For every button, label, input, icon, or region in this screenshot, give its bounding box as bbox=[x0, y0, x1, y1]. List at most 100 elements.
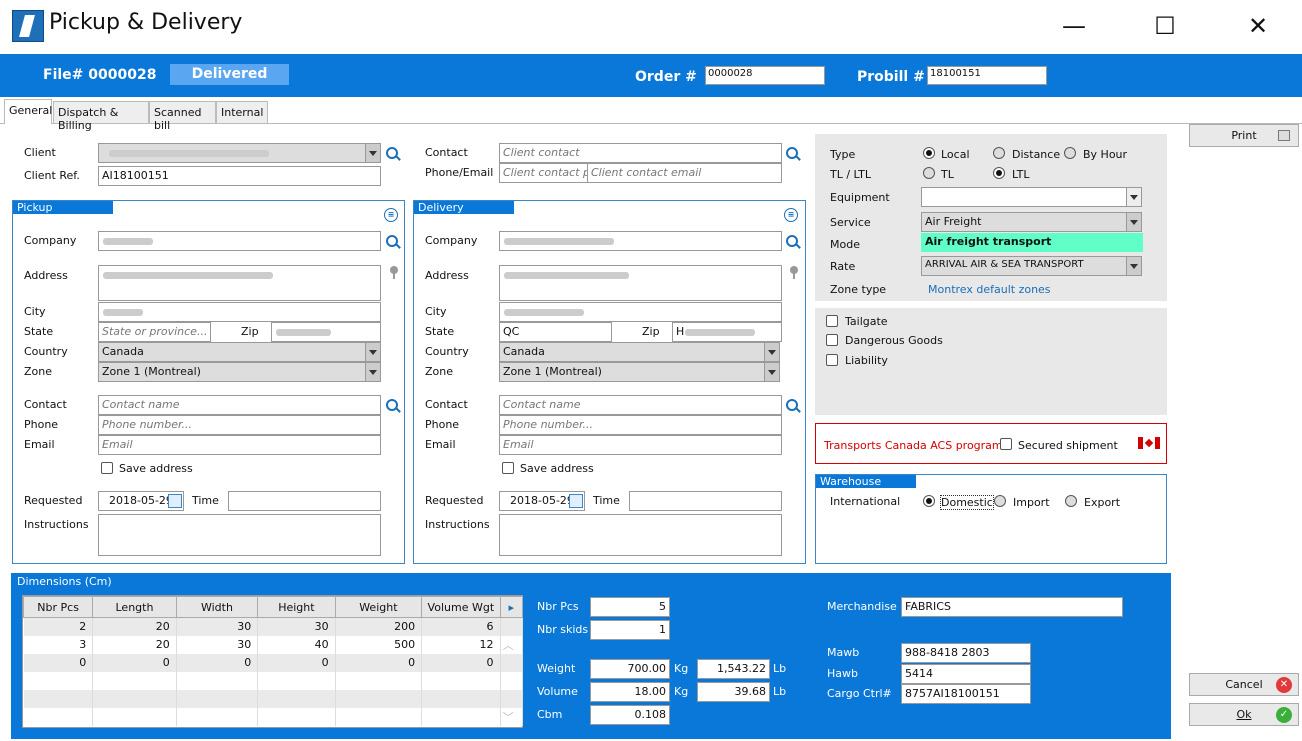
pickup-company-search-icon[interactable] bbox=[386, 235, 400, 249]
equipment-select[interactable] bbox=[921, 187, 1142, 207]
scroll-track[interactable] bbox=[500, 653, 524, 672]
table-row[interactable]: 2 20 30 30 200 6 bbox=[23, 617, 524, 636]
delivery-address-input[interactable] bbox=[499, 265, 782, 301]
tl-radio[interactable] bbox=[923, 167, 935, 179]
hawb-input[interactable]: 5414 bbox=[901, 664, 1031, 684]
weight-kg-input[interactable]: 700.00 bbox=[590, 659, 670, 679]
cell[interactable]: 30 bbox=[257, 617, 336, 636]
table-row[interactable]: 000000 bbox=[23, 653, 524, 672]
col-nbr-pcs[interactable]: Nbr Pcs bbox=[22, 596, 94, 618]
cancel-button[interactable]: Cancel ✕ bbox=[1189, 673, 1299, 696]
cell[interactable]: 3 bbox=[23, 635, 94, 654]
delivery-contact-search-icon[interactable] bbox=[786, 399, 800, 413]
cell[interactable]: 40 bbox=[257, 635, 336, 654]
pickup-instructions-input[interactable] bbox=[98, 514, 381, 556]
client-select[interactable] bbox=[98, 143, 381, 163]
pickup-state-input[interactable]: State or province... bbox=[98, 322, 211, 342]
minimize-button[interactable]: — bbox=[1054, 10, 1094, 42]
zone-type-link[interactable]: Montrex default zones bbox=[928, 283, 1051, 296]
cell[interactable]: 20 bbox=[92, 617, 177, 636]
delivery-instructions-input[interactable] bbox=[499, 514, 782, 556]
pickup-time-input[interactable] bbox=[228, 491, 381, 511]
delivery-save-address-checkbox[interactable] bbox=[502, 462, 514, 474]
delivery-menu-icon[interactable]: ≡ bbox=[784, 208, 798, 222]
liability-checkbox[interactable] bbox=[826, 354, 838, 366]
cbm-input[interactable]: 0.108 bbox=[590, 705, 670, 725]
delivery-phone-input[interactable]: Phone number... bbox=[499, 415, 782, 435]
tab-internal[interactable]: Internal bbox=[216, 101, 268, 123]
pickup-zip-input[interactable] bbox=[271, 322, 381, 342]
volume-lb-input[interactable]: 39.68 bbox=[697, 682, 770, 702]
tab-general[interactable]: General bbox=[4, 99, 52, 124]
pickup-menu-icon[interactable]: ≡ bbox=[384, 208, 398, 222]
delivery-company-input[interactable] bbox=[499, 231, 782, 251]
delivery-company-search-icon[interactable] bbox=[786, 235, 800, 249]
type-distance-radio[interactable] bbox=[993, 147, 1005, 159]
merchandise-input[interactable]: FABRICS bbox=[901, 597, 1123, 617]
delivery-country-select[interactable]: Canada bbox=[499, 342, 780, 362]
col-weight[interactable]: Weight bbox=[334, 596, 423, 618]
contact-search-icon[interactable] bbox=[786, 147, 800, 161]
pickup-contact-search-icon[interactable] bbox=[386, 399, 400, 413]
client-search-icon[interactable] bbox=[386, 147, 400, 161]
pickup-calendar-icon[interactable] bbox=[168, 494, 182, 508]
cell[interactable]: 500 bbox=[335, 635, 423, 654]
scroll-up-icon[interactable] bbox=[500, 617, 524, 636]
pickup-map-pin-icon[interactable] bbox=[389, 266, 399, 280]
pickup-contact-input[interactable]: Contact name bbox=[98, 395, 381, 415]
delivery-state-input[interactable]: QC bbox=[499, 322, 612, 342]
pickup-phone-input[interactable]: Phone number... bbox=[98, 415, 381, 435]
pickup-email-input[interactable]: Email bbox=[98, 435, 381, 455]
probill-input[interactable]: 18100151 bbox=[927, 66, 1047, 85]
weight-lb-input[interactable]: 1,543.22 bbox=[697, 659, 770, 679]
order-input[interactable]: 0000028 bbox=[705, 66, 825, 85]
dangerous-goods-checkbox[interactable] bbox=[826, 334, 838, 346]
delivery-time-input[interactable] bbox=[629, 491, 782, 511]
ok-button[interactable]: Ok ✓ bbox=[1189, 703, 1299, 726]
print-button[interactable]: Print bbox=[1189, 124, 1299, 147]
cell[interactable]: 0 bbox=[257, 653, 336, 672]
maximize-button[interactable]: ☐ bbox=[1145, 10, 1185, 42]
client-email-input[interactable]: Client contact email bbox=[587, 163, 782, 183]
pickup-city-input[interactable] bbox=[98, 302, 381, 322]
nbr-pcs-input[interactable]: 5 bbox=[590, 597, 670, 617]
volume-kg-input[interactable]: 18.00 bbox=[590, 682, 670, 702]
domestic-radio[interactable] bbox=[923, 495, 935, 507]
ltl-radio[interactable] bbox=[993, 167, 1005, 179]
cell[interactable]: 20 bbox=[92, 635, 177, 654]
service-select[interactable]: Air Freight bbox=[921, 212, 1142, 232]
dimensions-table[interactable]: Nbr Pcs Length Width Height Weight Volum… bbox=[22, 595, 524, 728]
nbr-skids-input[interactable]: 1 bbox=[590, 620, 670, 640]
cell[interactable]: 12 bbox=[421, 635, 501, 654]
delivery-zip-input[interactable]: H bbox=[672, 322, 782, 342]
pickup-company-input[interactable] bbox=[98, 231, 381, 251]
type-byhour-radio[interactable] bbox=[1064, 147, 1076, 159]
col-height[interactable]: Height bbox=[257, 596, 336, 618]
delivery-contact-input[interactable]: Contact name bbox=[499, 395, 782, 415]
export-radio[interactable] bbox=[1065, 495, 1077, 507]
type-local-radio[interactable] bbox=[923, 147, 935, 159]
cell[interactable]: 30 bbox=[176, 617, 259, 636]
secured-shipment-checkbox[interactable] bbox=[1000, 438, 1012, 450]
cell[interactable]: 0 bbox=[176, 653, 259, 672]
pickup-country-select[interactable]: Canada bbox=[98, 342, 381, 362]
cell[interactable]: 0 bbox=[23, 653, 94, 672]
rate-select[interactable]: ARRIVAL AIR & SEA TRANSPORT bbox=[921, 256, 1142, 276]
delivery-zone-select[interactable]: Zone 1 (Montreal) bbox=[499, 362, 780, 382]
cell[interactable]: 0 bbox=[421, 653, 501, 672]
cell[interactable]: 30 bbox=[176, 635, 259, 654]
table-row[interactable]: 3 20 30 40 500 12 ︿ bbox=[23, 635, 524, 654]
cell[interactable]: 2 bbox=[23, 617, 94, 636]
cell[interactable]: 200 bbox=[335, 617, 423, 636]
delivery-calendar-icon[interactable] bbox=[569, 494, 583, 508]
tailgate-checkbox[interactable] bbox=[826, 315, 838, 327]
tab-dispatch-billing[interactable]: Dispatch & Billing bbox=[53, 101, 149, 132]
pickup-save-address-checkbox[interactable] bbox=[101, 462, 113, 474]
pickup-address-input[interactable] bbox=[98, 265, 381, 301]
scroll-down-icon[interactable]: ﹀ bbox=[500, 707, 524, 726]
col-expand-icon[interactable]: ▸ bbox=[499, 596, 524, 618]
cell[interactable]: 0 bbox=[92, 653, 177, 672]
client-ref-input[interactable]: AI18100151 bbox=[98, 166, 381, 186]
client-contact-input[interactable]: Client contact bbox=[499, 143, 782, 163]
delivery-email-input[interactable]: Email bbox=[499, 435, 782, 455]
